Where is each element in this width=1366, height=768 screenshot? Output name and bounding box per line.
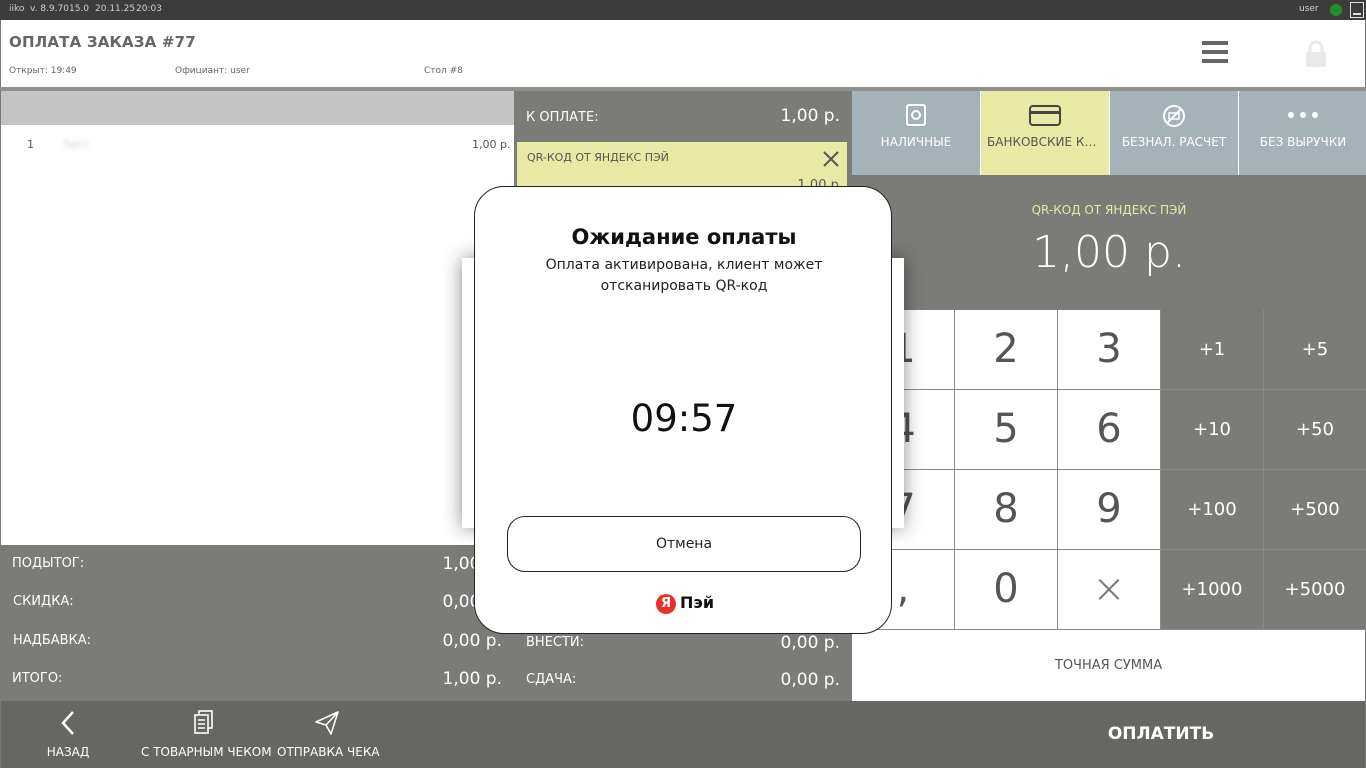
exact-sum-button[interactable]: ТОЧНАЯ СУММА: [852, 630, 1366, 701]
tab-noncash[interactable]: БЕЗНАЛ. РАСЧЕТ: [1110, 91, 1238, 175]
tab-cash[interactable]: НАЛИЧНЫЕ: [852, 91, 980, 175]
surcharge-label: НАДБАВКА:: [13, 633, 92, 648]
key-3[interactable]: 3: [1058, 310, 1160, 389]
status-user: user: [1299, 4, 1319, 14]
order-item-row[interactable]: 1 Тест 1,00 р.: [1, 125, 515, 165]
more-icon: [1288, 112, 1318, 118]
tab-bank-cards-label: БАНКОВСКИЕ КАРТЫ: [987, 135, 1109, 149]
yandex-pay-label: Пэй: [680, 593, 715, 612]
change-value: 0,00 р.: [780, 670, 840, 690]
no-cash-icon: [1163, 105, 1185, 127]
cancel-button[interactable]: Отмена: [507, 516, 861, 572]
back-arrow-icon: [61, 711, 74, 735]
remove-payment-icon[interactable]: [820, 148, 842, 170]
backspace-icon[interactable]: ×: [1058, 550, 1160, 629]
key-5[interactable]: 5: [955, 390, 1057, 469]
surcharge-value: 0,00 р.: [442, 631, 502, 651]
amount-value: 1,00 р.: [1032, 227, 1186, 278]
key-8[interactable]: 8: [955, 470, 1057, 549]
app-name: iiko: [9, 4, 25, 14]
minimize-window-icon[interactable]: [1350, 2, 1364, 18]
receipt-icon: [194, 710, 213, 734]
payment-entry[interactable]: QR-КОД ОТ ЯНДЕКС ПЭЙ 1,00 р.: [517, 142, 847, 193]
waiter-name: Официант: user: [175, 66, 250, 76]
subtotal-label: ПОДЫТОГ:: [12, 556, 85, 571]
payment-types: НАЛИЧНЫЕ БАНКОВСКИЕ КАРТЫ БЕЗНАЛ. РАСЧЕТ…: [852, 91, 1366, 175]
amount-label: QR-КОД ОТ ЯНДЕКС ПЭЙ: [1031, 203, 1187, 217]
footer: НАЗАД С ТОВАРНЫМ ЧЕКОМ ОТПРАВКА ЧЕКА ОПЛ…: [0, 701, 1366, 768]
status-bar: iiko v. 8.9.7015.0 20.11.25 20:03 user: [0, 0, 1366, 20]
key-plus-1[interactable]: +1: [1161, 310, 1263, 389]
tab-cash-label: НАЛИЧНЫЕ: [880, 135, 952, 149]
receipt-with-items-label: С ТОВАРНЫМ ЧЕКОМ: [141, 745, 272, 759]
change-label: СДАЧА:: [526, 672, 577, 687]
lock-icon[interactable]: [1304, 40, 1328, 68]
keypad: 1 2 3 +1 +5 4 5 6 +10 +50 7 8 9 +100 +50…: [852, 310, 1366, 630]
back-label: НАЗАД: [46, 745, 90, 759]
key-9[interactable]: 9: [1058, 470, 1160, 549]
cash-icon: [906, 104, 926, 126]
totals-panel: ПОДЫТОГ: 1,00 р. СКИДКА: 0,00 р. НАДБАВК…: [0, 545, 514, 701]
order-items-header: [1, 91, 515, 125]
send-receipt-button[interactable]: ОТПРАВКА ЧЕКА: [277, 701, 380, 768]
yandex-logo-icon: Я: [656, 594, 676, 614]
tab-noncash-label: БЕЗНАЛ. РАСЧЕТ: [1121, 135, 1227, 149]
back-button[interactable]: НАЗАД: [21, 701, 115, 768]
yandex-pay-brand: Я Пэй: [475, 591, 893, 617]
total-label: ИТОГО:: [12, 671, 63, 686]
key-plus-5[interactable]: +5: [1264, 310, 1366, 389]
status-time: 20:03: [136, 4, 162, 14]
key-plus-1000[interactable]: +1000: [1161, 550, 1263, 629]
item-name: Тест: [63, 138, 89, 151]
discount-label: СКИДКА:: [13, 594, 74, 609]
tab-no-revenue-label: БЕЗ ВЫРУЧКИ: [1259, 135, 1347, 149]
key-2[interactable]: 2: [955, 310, 1057, 389]
amount-display: QR-КОД ОТ ЯНДЕКС ПЭЙ 1,00 р.: [852, 175, 1366, 310]
page-title: ОПЛАТА ЗАКАЗА #77: [9, 33, 196, 51]
dialog-message: Оплата активирована, клиент может отскан…: [545, 257, 823, 294]
deposit-label: ВНЕСТИ:: [526, 635, 585, 650]
status-date: 20.11.25: [95, 4, 136, 14]
deposit-value: 0,00 р.: [780, 633, 840, 653]
table-number: Стол #8: [424, 66, 463, 76]
header: ОПЛАТА ЗАКАЗА #77 Открыт: 19:49 Официант…: [0, 20, 1366, 87]
card-icon: [1029, 105, 1061, 126]
item-price: 1,00 р.: [472, 138, 511, 151]
online-indicator-icon: [1330, 4, 1342, 16]
to-pay-value: 1,00 р.: [780, 106, 840, 126]
send-receipt-label: ОТПРАВКА ЧЕКА: [277, 745, 380, 759]
send-icon: [315, 711, 339, 735]
order-items-panel: 1 Тест 1,00 р.: [0, 91, 515, 545]
key-plus-100[interactable]: +100: [1161, 470, 1263, 549]
key-plus-10[interactable]: +10: [1161, 390, 1263, 469]
key-plus-50[interactable]: +50: [1264, 390, 1366, 469]
total-value: 1,00 р.: [442, 669, 502, 689]
dialog-title: Ожидание оплаты: [571, 225, 797, 249]
tab-no-revenue[interactable]: БЕЗ ВЫРУЧКИ: [1239, 91, 1366, 175]
tab-bank-cards[interactable]: БАНКОВСКИЕ КАРТЫ: [981, 91, 1109, 175]
waiting-payment-dialog: Ожидание оплаты Оплата активирована, кли…: [474, 186, 892, 634]
app-version: v. 8.9.7015.0: [30, 4, 90, 14]
key-plus-500[interactable]: +500: [1264, 470, 1366, 549]
receipt-with-items-button[interactable]: С ТОВАРНЫМ ЧЕКОМ: [141, 701, 272, 768]
key-0[interactable]: 0: [955, 550, 1057, 629]
opened-time: Открыт: 19:49: [9, 66, 77, 76]
item-number: 1: [27, 138, 34, 151]
key-6[interactable]: 6: [1058, 390, 1160, 469]
key-plus-5000[interactable]: +5000: [1264, 550, 1366, 629]
pay-button[interactable]: ОПЛАТИТЬ: [1001, 701, 1321, 768]
countdown-timer: 09:57: [630, 397, 738, 440]
payment-entry-label: QR-КОД ОТ ЯНДЕКС ПЭЙ: [527, 151, 669, 164]
menu-icon[interactable]: [1202, 41, 1228, 65]
to-pay-label: К ОПЛАТЕ:: [526, 110, 599, 125]
